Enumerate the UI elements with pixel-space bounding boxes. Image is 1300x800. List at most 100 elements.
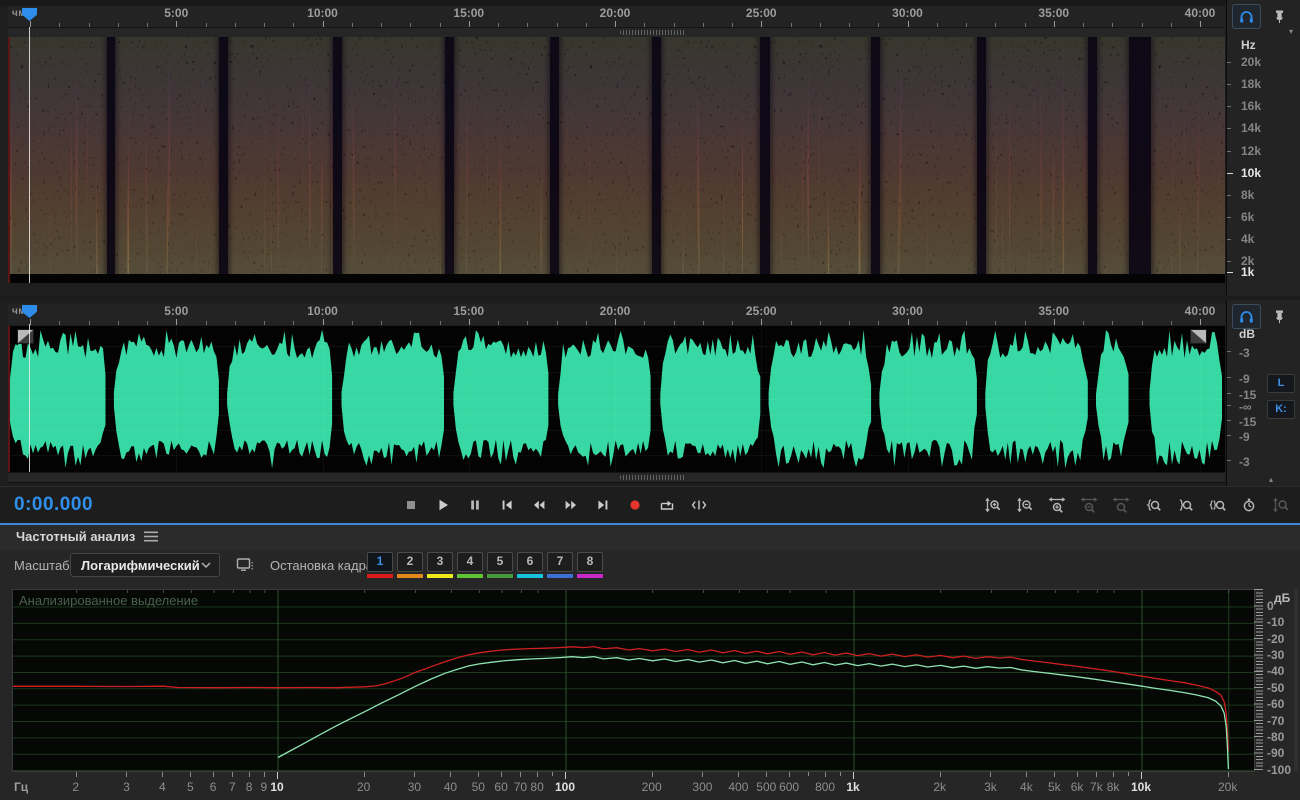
amplitude-grid-line	[8, 415, 1225, 416]
spectrum-curve-left-channel	[277, 655, 1230, 770]
ruler-tick	[176, 319, 178, 325]
fast-forward-button[interactable]	[560, 492, 582, 518]
zoom-in-horizontal-icon	[1048, 497, 1066, 513]
skip-to-start-button[interactable]	[496, 492, 518, 518]
frequency-axis-tick	[702, 772, 704, 777]
monitor-output-button[interactable]	[1232, 304, 1261, 329]
amplitude-scale-label: -3	[1239, 346, 1250, 360]
zoom-out-horizontal-button	[1078, 492, 1100, 518]
zoom-full-button	[1270, 492, 1292, 518]
frequency-scale-label: 10k	[1241, 166, 1262, 180]
frequency-scale-tick	[1227, 151, 1231, 152]
frequency-scale-tick	[1227, 62, 1231, 63]
db-axis-label: -100	[1267, 762, 1292, 777]
pin-button[interactable]	[1268, 5, 1290, 28]
fast-forward-icon	[565, 500, 576, 510]
zoom-to-out-point-button[interactable]	[1174, 492, 1196, 518]
ruler-tick	[849, 321, 850, 325]
frame-hold-button-3[interactable]: 3	[427, 552, 453, 578]
track-gap	[1087, 37, 1097, 283]
ruler-time-label: 25:00	[745, 6, 777, 20]
amplitude-grid-line	[8, 455, 1225, 456]
frame-hold-button-2[interactable]: 2	[397, 552, 423, 578]
ruler-tick	[1112, 321, 1114, 325]
zoom-in-out-selection-button[interactable]	[1206, 492, 1228, 518]
stop-button[interactable]	[400, 492, 422, 518]
track-gap	[652, 37, 662, 283]
zoom-out-vertical-button[interactable]	[1014, 492, 1036, 518]
headphones-icon	[1240, 311, 1253, 323]
waveform-display[interactable]	[8, 326, 1225, 472]
panel-menu-icon[interactable]	[144, 531, 159, 542]
frame-hold-button-6[interactable]: 6	[517, 552, 543, 578]
frequency-axis-tick	[551, 772, 553, 776]
playhead-time-display[interactable]: 0:00.000	[14, 494, 93, 516]
scale-collapse-arrow[interactable]: ▴	[1269, 475, 1273, 484]
transport-bar: 0:00.000	[0, 486, 1300, 524]
nav-grip-handle[interactable]	[620, 30, 686, 35]
frequency-scale-label: 1k	[1241, 265, 1255, 279]
pin-button[interactable]	[1268, 305, 1290, 328]
loop-playback-button[interactable]	[656, 492, 678, 518]
ruler-tick	[205, 321, 207, 325]
frame-hold-number: 7	[547, 552, 573, 572]
ruler-tick	[322, 319, 324, 325]
spectrogram-time-ruler[interactable]: чмс 5:0010:0015:0020:0025:0030:0035:0040…	[8, 6, 1225, 27]
frame-hold-button-1[interactable]: 1	[367, 552, 393, 578]
frequency-axis-label: 3k	[984, 780, 997, 794]
frequency-axis-tick	[1141, 772, 1142, 779]
scale-dropdown[interactable]: Логарифмический	[70, 553, 220, 577]
fade-in-handle[interactable]	[17, 329, 34, 344]
rewind-button[interactable]	[528, 492, 550, 518]
track-gap	[871, 37, 881, 283]
scale-collapse-arrow[interactable]: ▾	[1289, 27, 1293, 36]
frame-hold-button-4[interactable]: 4	[457, 552, 483, 578]
waveform-nav-strip[interactable]	[8, 472, 1225, 483]
skip-to-end-icon	[598, 500, 608, 510]
zoom-out-horizontal-icon	[1080, 497, 1098, 513]
frequency-plot[interactable]: Анализированное выделение	[12, 589, 1255, 772]
frame-hold-button-5[interactable]: 5	[487, 552, 513, 578]
frequency-scale-tick	[1227, 239, 1231, 240]
waveform-time-ruler[interactable]: чмс 5:0010:0015:0020:0025:0030:0035:0040…	[8, 304, 1225, 325]
zoom-to-selection-button	[1110, 492, 1132, 518]
scale-label: Масштаб:	[14, 558, 74, 573]
frequency-scale-tick	[1227, 106, 1231, 107]
fade-out-handle[interactable]	[1190, 329, 1207, 344]
db-axis-label: -30	[1267, 648, 1285, 663]
frequency-scale-tick	[1227, 217, 1231, 218]
nav-grip-handle[interactable]	[620, 475, 686, 480]
zoom-in-vertical-button[interactable]	[982, 492, 1004, 518]
record-button[interactable]	[624, 492, 646, 518]
ruler-time-label: 35:00	[1038, 6, 1070, 20]
channel-button-left[interactable]: L	[1267, 374, 1295, 393]
zoom-to-in-point-button[interactable]	[1142, 492, 1164, 518]
frequency-scale-label: 8k	[1241, 188, 1255, 202]
skip-selection-button[interactable]	[688, 492, 710, 518]
spectrogram-scale-sidebar: ▾ Hz 20k 18k 16k 14k 12k 10k 8k 6k 4k 2k 1k	[1226, 0, 1300, 296]
copy-display-icon[interactable]	[236, 557, 256, 574]
frequency-scale-label: 14k	[1241, 121, 1262, 135]
play-button[interactable]	[432, 492, 454, 518]
pause-button[interactable]	[464, 492, 486, 518]
frame-hold-number: 6	[517, 552, 543, 572]
spectrogram-display[interactable]	[8, 37, 1225, 283]
frequency-axis: Гц 2 3 4 5 6 7 8 9 10 20 30 40 50 60 70 80 100 200 300 400 5…	[12, 772, 1253, 796]
amplitude-scale-tick	[1227, 405, 1231, 406]
frequency-plot-canvas	[13, 590, 1254, 771]
reset-zoom-timer-button[interactable]	[1238, 492, 1260, 518]
tab-frequency-analysis[interactable]: Частотный анализ	[16, 529, 159, 544]
selection-start-line	[8, 37, 10, 283]
frame-hold-button-8[interactable]: 8	[577, 552, 603, 578]
channel-button-k[interactable]: K:	[1267, 400, 1295, 419]
pin-icon	[1275, 310, 1283, 324]
monitor-output-button[interactable]	[1232, 4, 1261, 29]
amplitude-scale-tick	[1227, 377, 1231, 378]
ruler-tick	[995, 321, 997, 325]
frequency-axis-label: 10k	[1130, 780, 1152, 794]
plot-vertical-zoom-bar[interactable]	[1294, 589, 1298, 772]
frame-hold-number: 2	[397, 552, 423, 572]
frame-hold-button-7[interactable]: 7	[547, 552, 573, 578]
skip-to-end-button[interactable]	[592, 492, 614, 518]
zoom-in-horizontal-button[interactable]	[1046, 492, 1068, 518]
